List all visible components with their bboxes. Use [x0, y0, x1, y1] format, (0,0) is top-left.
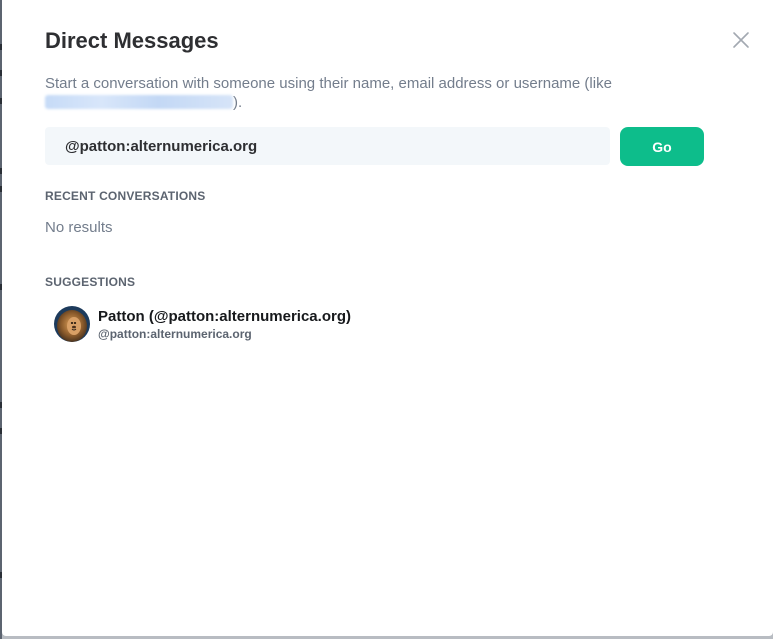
suggestion-item[interactable]: Patton (@patton:alternumerica.org) @patt…: [54, 304, 454, 344]
suggestion-user-id: @patton:alternumerica.org: [98, 327, 252, 341]
direct-messages-dialog: Direct Messages Start a conversation wit…: [2, 0, 773, 636]
user-search-input[interactable]: [45, 127, 610, 165]
instructions-prefix: Start a conversation with someone using …: [45, 75, 612, 92]
go-button[interactable]: Go: [620, 127, 704, 166]
instructions-suffix: ).: [233, 94, 243, 111]
lion-avatar: [54, 306, 90, 342]
close-button[interactable]: [730, 29, 752, 51]
suggestions-heading: SUGGESTIONS: [45, 275, 136, 289]
recent-conversations-heading: RECENT CONVERSATIONS: [45, 189, 206, 203]
user-avatar: [54, 306, 90, 342]
dialog-title: Direct Messages: [45, 28, 219, 53]
redacted-example-id: [45, 95, 233, 109]
suggestion-display-name: Patton (@patton:alternumerica.org): [98, 308, 351, 325]
no-results-text: No results: [45, 219, 113, 236]
close-icon: [733, 32, 749, 48]
instructions-text: Start a conversation with someone using …: [45, 74, 705, 112]
